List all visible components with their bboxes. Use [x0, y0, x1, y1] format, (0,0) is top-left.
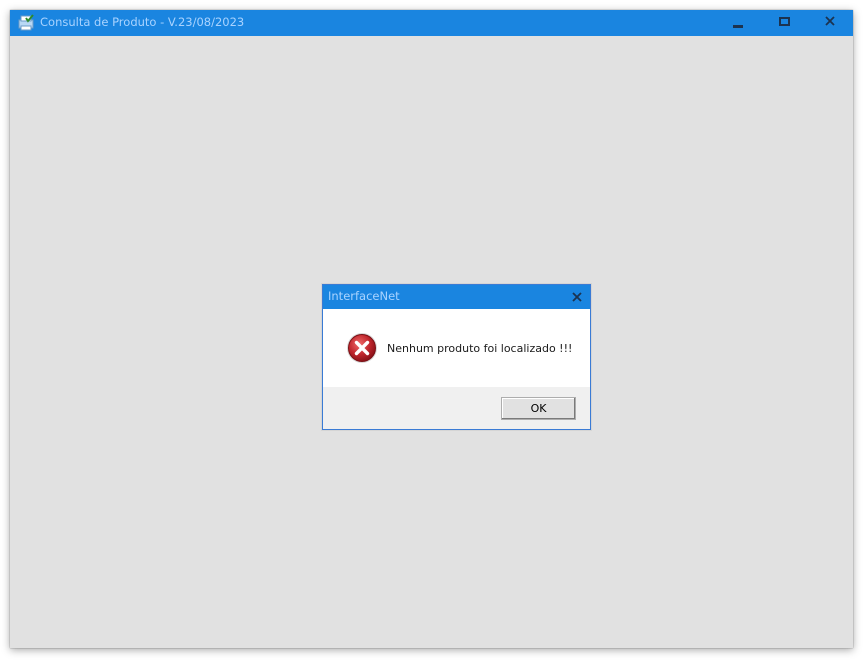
error-icon [346, 332, 378, 364]
maximize-icon [778, 17, 790, 26]
dialog-body: Nenhum produto foi localizado !!! [323, 309, 590, 387]
minimize-icon [733, 24, 743, 28]
dialog-titlebar[interactable]: InterfaceNet [323, 285, 590, 309]
close-button[interactable] [807, 10, 853, 36]
message-dialog: InterfaceNet Nenhum produto foi localiza… [322, 284, 591, 430]
dialog-close-button[interactable] [563, 285, 590, 309]
close-icon [571, 292, 582, 302]
maximize-button[interactable] [761, 10, 807, 36]
main-titlebar[interactable]: Consulta de Produto - V.23/08/2023 [10, 10, 853, 36]
window-title: Consulta de Produto - V.23/08/2023 [40, 15, 245, 29]
dialog-title: InterfaceNet [328, 289, 400, 303]
ok-button[interactable]: OK [501, 397, 576, 420]
dialog-message: Nenhum produto foi localizado !!! [387, 342, 573, 355]
app-printer-check-icon [17, 14, 35, 31]
minimize-button[interactable] [715, 10, 761, 36]
close-icon [825, 16, 835, 26]
